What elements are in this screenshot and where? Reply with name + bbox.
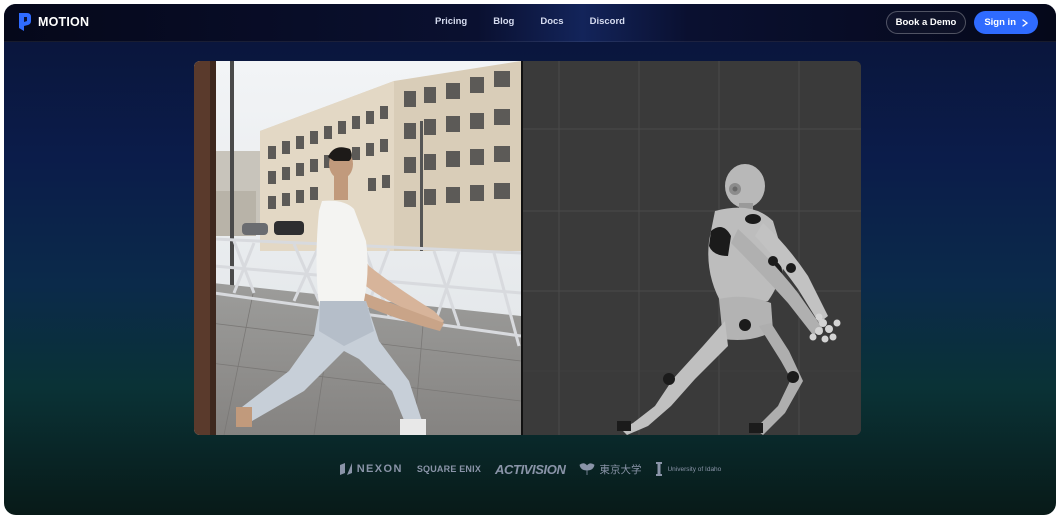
book-demo-label: Book a Demo [895,17,957,28]
ginkgo-leaf-icon [580,463,595,475]
sign-in-label: Sign in [984,17,1016,28]
3d-character-render [523,61,861,435]
tokyo-university-logo: 東京大学 [579,462,641,477]
idaho-i-icon [656,462,663,476]
mocap-demo-media [194,61,861,435]
book-demo-button[interactable]: Book a Demo [885,11,967,34]
activision-logo: ACTIVISION [495,461,566,477]
tokyo-university-wordmark: 東京大学 [599,463,642,476]
app-frame: MOTION Pricing Blog Docs Discord Book a … [4,4,1056,515]
top-nav: MOTION Pricing Blog Docs Discord Book a … [4,4,1056,42]
nexon-logo: NEXON [339,462,403,476]
sign-in-button[interactable]: Sign in [974,11,1038,34]
nexon-mark-icon [339,463,352,475]
partner-logos: NEXON SQUARE ENIX ACTIVISION 東京大学 Univer… [4,459,1056,479]
nav-link-blog[interactable]: Blog [480,16,527,27]
university-of-idaho-wordmark: University of Idaho [667,465,722,473]
square-enix-wordmark: SQUARE ENIX [416,464,482,474]
nav-link-discord[interactable]: Discord [577,16,638,27]
square-enix-logo: SQUARE ENIX [417,464,481,474]
nav-link-pricing[interactable]: Pricing [422,16,480,27]
nav-actions: Book a Demo Sign in [885,11,1038,34]
university-of-idaho-logo: University of Idaho [655,462,721,476]
dancer-video-frame [194,61,521,435]
activision-wordmark: ACTIVISION [495,461,566,477]
nav-link-docs[interactable]: Docs [527,16,576,27]
nexon-wordmark: NEXON [356,463,403,475]
chevron-right-icon [1022,18,1028,27]
